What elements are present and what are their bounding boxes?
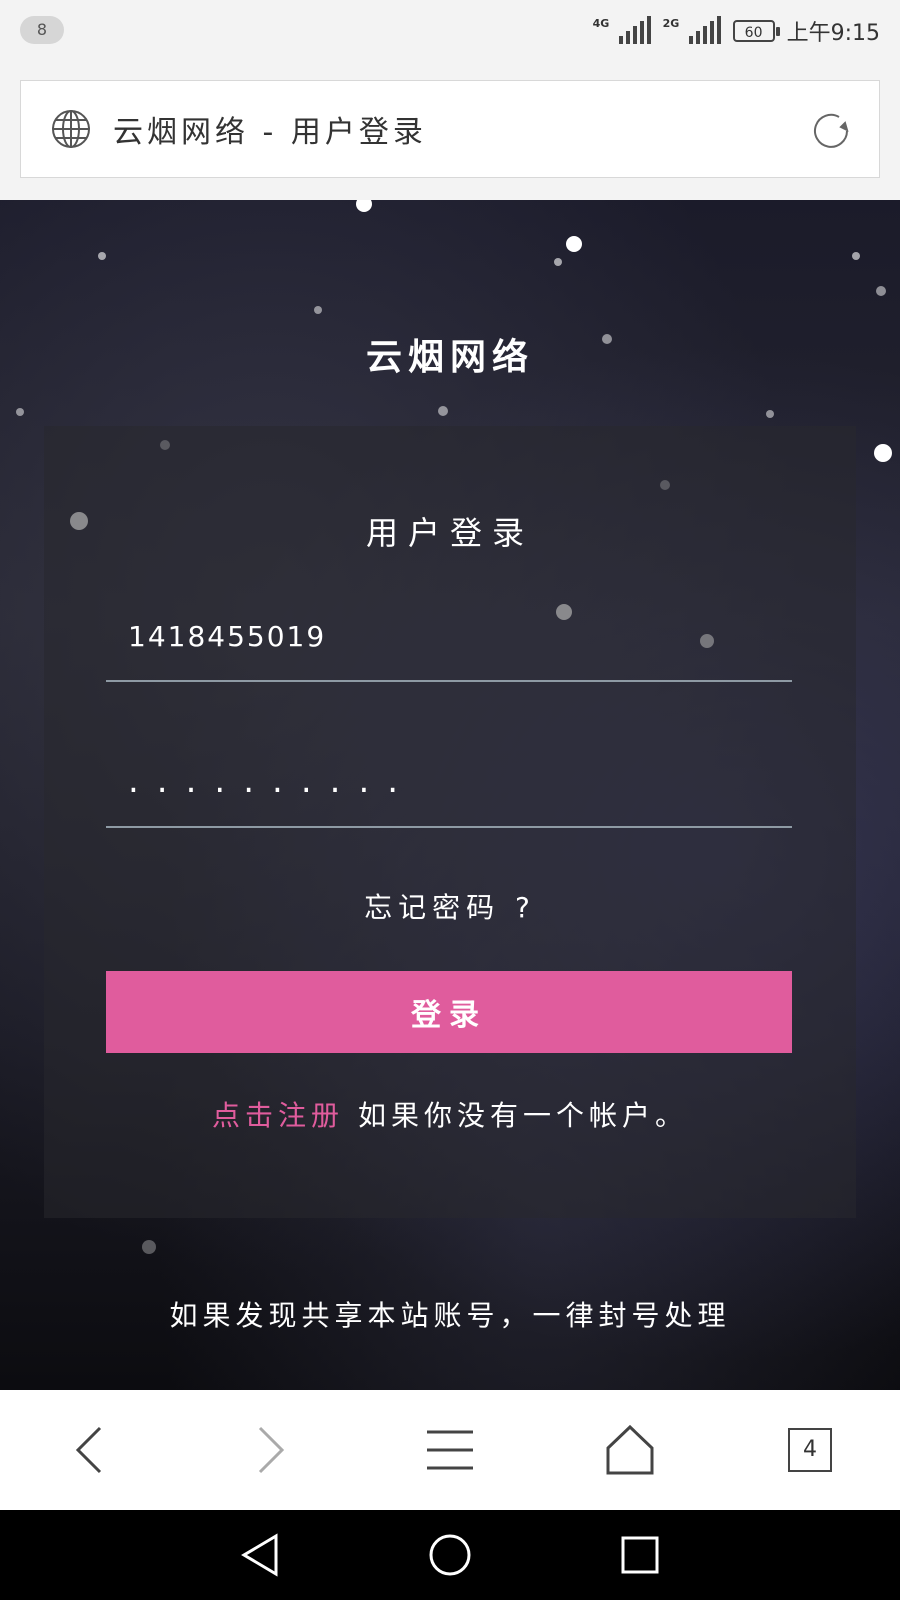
address-bar[interactable]: 云烟网络 - 用户登录 <box>20 80 880 178</box>
password-input[interactable] <box>106 736 792 826</box>
battery-icon: 60 <box>732 20 780 42</box>
login-card: 用户登录 忘记密码 ? 登录 点击注册如果你没有一个帐户。 <box>44 426 856 1218</box>
signal-4g-icon: 4G <box>592 16 651 44</box>
star-decoration <box>356 200 372 212</box>
site-name: 云烟网络 <box>365 337 534 378</box>
star-decoration <box>874 444 892 462</box>
home-icon[interactable] <box>585 1405 675 1495</box>
menu-icon[interactable] <box>405 1405 495 1495</box>
register-line: 点击注册 如果你没有一个帐户。 <box>44 1094 856 1134</box>
login-button[interactable]: 登录 <box>106 971 792 1053</box>
login-page: 云烟网络 用户登录 忘记密码 ? 登录 点击注册如果你没有一个帐户。 如果发现共… <box>0 200 900 1390</box>
network-type-1: 4G <box>592 17 610 30</box>
register-hint-text: 如果你没有一个帐户。 <box>358 1099 689 1132</box>
register-link[interactable]: 点击注册 <box>212 1099 344 1132</box>
star-decoration <box>766 410 774 418</box>
username-input[interactable] <box>106 592 792 680</box>
browser-nav-bar: 4 <box>0 1390 900 1510</box>
password-field-container <box>106 736 792 828</box>
system-nav-bar <box>0 1510 900 1600</box>
star-decoration <box>566 236 582 252</box>
network-type-2: 2G <box>662 17 680 30</box>
account-sharing-warning: 如果发现共享本站账号，一律封号处理 <box>169 1299 731 1332</box>
star-decoration <box>142 1240 156 1254</box>
tabs-button[interactable]: 4 <box>765 1405 855 1495</box>
chevron-left-icon[interactable] <box>45 1405 135 1495</box>
star-decoration <box>554 258 562 266</box>
page-title: 云烟网络 - 用户登录 <box>113 115 427 150</box>
clock: 上午9:15 <box>786 21 880 46</box>
recents-square-icon[interactable] <box>610 1525 670 1585</box>
star-decoration <box>98 252 106 260</box>
globe-icon <box>51 109 91 153</box>
star-decoration <box>852 252 860 260</box>
star-decoration <box>16 408 24 416</box>
tab-count-icon: 4 <box>788 1428 832 1472</box>
back-triangle-icon[interactable] <box>230 1525 290 1585</box>
star-decoration <box>438 406 448 416</box>
reload-icon[interactable] <box>809 109 853 157</box>
username-field-container <box>106 592 792 682</box>
card-title: 用户登录 <box>365 514 534 552</box>
notification-count-badge: 8 <box>20 16 64 44</box>
home-circle-icon[interactable] <box>420 1525 480 1585</box>
browser-address-area: 云烟网络 - 用户登录 <box>0 62 900 200</box>
star-decoration <box>314 306 322 314</box>
status-bar: 8 4G 2G 60 上午9:15 <box>0 0 900 62</box>
status-icons: 4G 2G 60 上午9:15 <box>593 14 880 48</box>
chevron-right-icon[interactable] <box>225 1405 315 1495</box>
signal-2g-icon: 2G <box>662 16 721 44</box>
forgot-password-link[interactable]: 忘记密码 ? <box>44 886 856 926</box>
star-decoration <box>876 286 886 296</box>
